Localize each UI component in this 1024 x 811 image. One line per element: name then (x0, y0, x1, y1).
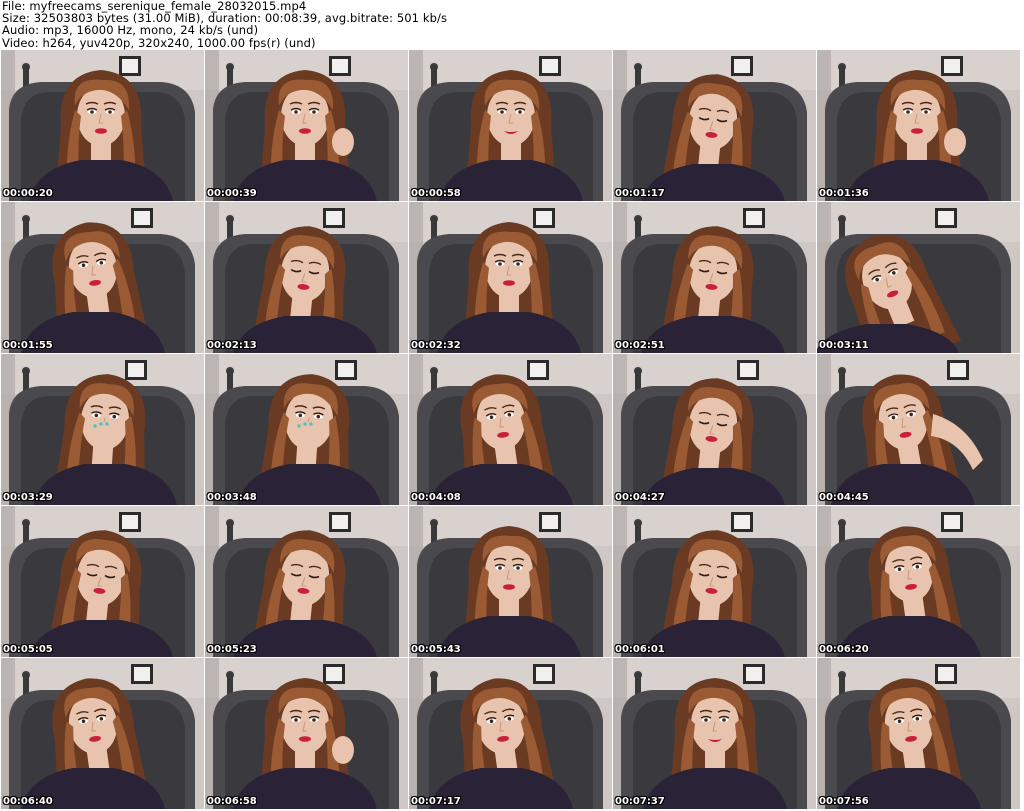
audio-info-line: Audio: mp3, 16000 Hz, mono, 24 kb/s (und… (2, 23, 259, 38)
thumbnail-scene (1, 202, 204, 353)
thumbnail-scene (1, 50, 204, 201)
frame-timestamp: 00:00:58 (411, 188, 461, 199)
video-thumbnail: 00:06:01 (613, 506, 816, 657)
thumbnail-scene (205, 658, 408, 809)
thumbnail-scene (817, 50, 1020, 201)
frame-timestamp: 00:03:29 (3, 492, 53, 503)
video-thumbnail: 00:05:05 (1, 506, 204, 657)
thumbnail-scene (409, 658, 612, 809)
video-thumbnail: 00:06:40 (1, 658, 204, 809)
file-info-header: File: myfreecams_serenique_female_280320… (2, 0, 1022, 50)
thumbnail-scene (409, 506, 612, 657)
video-thumbnail: 00:04:45 (817, 354, 1020, 505)
frame-timestamp: 00:05:43 (411, 644, 461, 655)
thumbnail-scene (613, 506, 816, 657)
video-thumbnail: 00:06:20 (817, 506, 1020, 657)
thumbnail-scene (205, 202, 408, 353)
video-thumbnail: 00:04:08 (409, 354, 612, 505)
video-thumbnail: 00:06:58 (205, 658, 408, 809)
frame-timestamp: 00:01:55 (3, 340, 53, 351)
frame-timestamp: 00:07:37 (615, 796, 665, 807)
thumbnail-scene (613, 354, 816, 505)
video-thumbnail: 00:02:32 (409, 202, 612, 353)
frame-timestamp: 00:06:20 (819, 644, 869, 655)
video-thumbnail: 00:00:39 (205, 50, 408, 201)
frame-timestamp: 00:04:45 (819, 492, 869, 503)
thumbnail-scene (817, 506, 1020, 657)
thumbnail-scene (817, 658, 1020, 809)
frame-timestamp: 00:07:56 (819, 796, 869, 807)
thumbnail-scene (409, 354, 612, 505)
frame-timestamp: 00:00:39 (207, 188, 257, 199)
frame-timestamp: 00:05:05 (3, 644, 53, 655)
thumbnail-scene (205, 50, 408, 201)
video-thumbnail: 00:00:20 (1, 50, 204, 201)
thumbnail-scene (1, 658, 204, 809)
video-thumbnail: 00:01:55 (1, 202, 204, 353)
thumbnail-scene (205, 354, 408, 505)
frame-timestamp: 00:04:08 (411, 492, 461, 503)
frame-timestamp: 00:06:01 (615, 644, 665, 655)
thumbnail-scene (205, 506, 408, 657)
thumbnail-scene (613, 50, 816, 201)
frame-timestamp: 00:02:32 (411, 340, 461, 351)
frame-timestamp: 00:07:17 (411, 796, 461, 807)
video-thumbnail: 00:02:13 (205, 202, 408, 353)
frame-timestamp: 00:05:23 (207, 644, 257, 655)
frame-timestamp: 00:02:13 (207, 340, 257, 351)
thumbnail-scene (613, 658, 816, 809)
video-thumbnail: 00:01:36 (817, 50, 1020, 201)
video-thumbnail: 00:04:27 (613, 354, 816, 505)
video-thumbnail: 00:05:43 (409, 506, 612, 657)
frame-timestamp: 00:01:36 (819, 188, 869, 199)
video-thumbnail: 00:02:51 (613, 202, 816, 353)
video-thumbnail: 00:07:37 (613, 658, 816, 809)
video-thumbnail: 00:00:58 (409, 50, 612, 201)
thumbnail-scene (817, 202, 1020, 353)
thumbnail-scene (1, 506, 204, 657)
frame-timestamp: 00:04:27 (615, 492, 665, 503)
frame-timestamp: 00:01:17 (615, 188, 665, 199)
frame-timestamp: 00:06:40 (3, 796, 53, 807)
frame-timestamp: 00:00:20 (3, 188, 53, 199)
thumbnail-scene (817, 354, 1020, 505)
frame-timestamp: 00:06:58 (207, 796, 257, 807)
video-thumbnail: 00:05:23 (205, 506, 408, 657)
frame-timestamp: 00:02:51 (615, 340, 665, 351)
thumbnail-scene (409, 202, 612, 353)
video-thumbnail: 00:03:48 (205, 354, 408, 505)
video-thumbnail: 00:03:11 (817, 202, 1020, 353)
thumbnail-scene (409, 50, 612, 201)
frame-timestamp: 00:03:11 (819, 340, 869, 351)
thumbnail-grid: 00:00:20 00:00:39 00:00:58 00:01:17 00:01:36… (0, 50, 1024, 811)
video-info-line: Video: h264, yuv420p, 320x240, 1000.00 f… (2, 35, 316, 50)
video-thumbnail: 00:07:17 (409, 658, 612, 809)
thumbnail-scene (613, 202, 816, 353)
video-thumbnail: 00:01:17 (613, 50, 816, 201)
video-thumbnail: 00:07:56 (817, 658, 1020, 809)
video-thumbnail: 00:03:29 (1, 354, 204, 505)
thumbnail-scene (1, 354, 204, 505)
frame-timestamp: 00:03:48 (207, 492, 257, 503)
